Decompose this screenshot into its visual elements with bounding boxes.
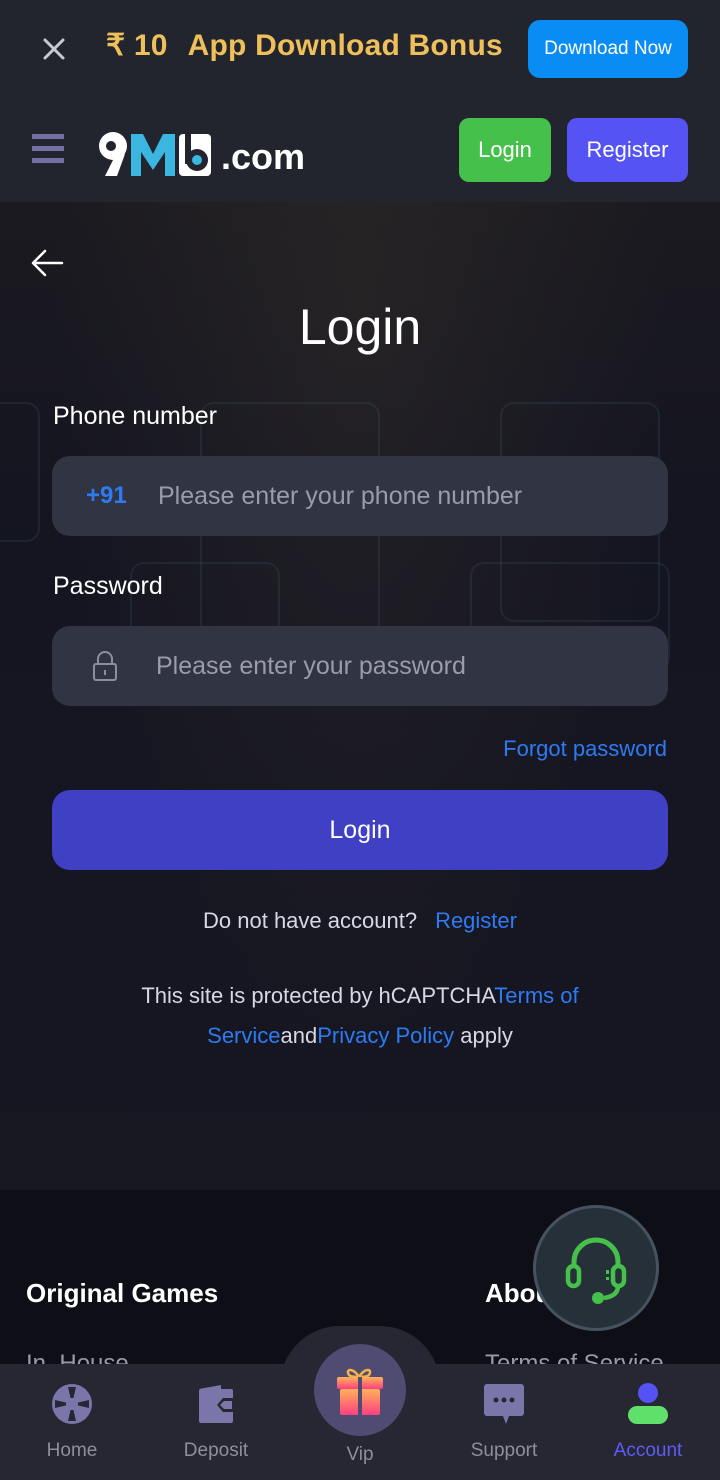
app-download-banner: ₹ 10 App Download Bonus Download Now [0, 0, 720, 100]
bonus-label: App Download Bonus [187, 29, 503, 62]
download-now-button[interactable]: Download Now [528, 20, 688, 78]
privacy-link[interactable]: Privacy Policy [317, 1023, 454, 1048]
site-header: .com Login Register [0, 100, 720, 202]
chat-bubble-icon [484, 1384, 524, 1424]
page-title: Login [298, 299, 422, 355]
country-code[interactable]: +91 [86, 482, 158, 510]
header-register-button[interactable]: Register [567, 118, 688, 182]
gift-icon [337, 1368, 383, 1415]
nav-label: Account [613, 1440, 683, 1461]
nav-label: Support [470, 1440, 538, 1461]
phone-input[interactable] [158, 456, 668, 536]
wallet-icon [199, 1385, 233, 1423]
back-arrow-icon [31, 249, 64, 277]
register-prompt: Do not have account? Register [0, 908, 720, 934]
user-icon [628, 1383, 668, 1424]
phone-field[interactable]: +91 [52, 456, 668, 536]
captcha-and: and [280, 1023, 318, 1048]
captcha-suffix: apply [454, 1023, 513, 1048]
logo-suffix: .com [221, 136, 306, 177]
nav-item-account[interactable]: Account [593, 1364, 703, 1480]
nav-label: Deposit [183, 1440, 249, 1461]
site-logo[interactable]: .com [95, 126, 305, 176]
currency-symbol: ₹ [106, 29, 126, 62]
nav-item-vip[interactable] [314, 1344, 406, 1436]
phone-label: Phone number [53, 402, 218, 430]
nav-item-support[interactable]: Support [449, 1364, 559, 1480]
forgot-password-link[interactable]: Forgot password [503, 736, 667, 762]
password-field[interactable] [52, 626, 668, 706]
close-icon [43, 38, 65, 60]
lock-icon [93, 651, 117, 681]
close-banner-button[interactable] [38, 33, 70, 65]
nav-item-home[interactable]: Home [17, 1364, 127, 1480]
background-decoration [0, 402, 40, 542]
login-submit-button[interactable]: Login [52, 790, 668, 870]
logo-mark-icon [99, 132, 211, 176]
login-section: Login Phone number +91 Password Forgot p… [0, 202, 720, 1190]
register-link[interactable]: Register [435, 908, 517, 933]
header-login-button[interactable]: Login [459, 118, 551, 182]
roulette-wheel-icon [52, 1384, 92, 1424]
footer-original-games-title: Original Games [26, 1278, 219, 1308]
captcha-notice: This site is protected by hCAPTCHATerms … [100, 976, 620, 1056]
password-input[interactable] [156, 626, 668, 706]
nav-label-vip: Vip [346, 1444, 374, 1465]
headset-icon [565, 1237, 627, 1304]
bonus-text: ₹ 10 App Download Bonus [106, 28, 503, 63]
back-button[interactable] [30, 248, 64, 278]
bonus-amount: 10 [133, 29, 168, 62]
nav-item-deposit[interactable]: Deposit [161, 1364, 271, 1480]
hamburger-icon[interactable] [32, 134, 64, 166]
captcha-prefix: This site is protected by hCAPTCHA [141, 983, 495, 1008]
password-label: Password [53, 572, 163, 600]
no-account-text: Do not have account? [203, 908, 418, 933]
floating-support-button[interactable] [533, 1205, 659, 1331]
nav-label: Home [46, 1440, 98, 1461]
